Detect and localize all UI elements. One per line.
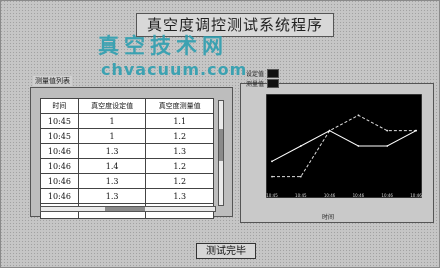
table-cell: 10:46 [40, 158, 79, 174]
table-cell: 1.2 [145, 173, 214, 189]
table-cell: 10:45 [40, 128, 79, 144]
table-cell: 1.3 [77, 173, 147, 189]
data-point [357, 114, 360, 117]
data-point [386, 129, 389, 132]
table-row[interactable]: 10:46 1.3 1.3 [40, 143, 214, 159]
x-tick-label: 10:46 [381, 193, 393, 198]
x-tick-label: 10:45 [266, 193, 278, 198]
table-cell: 10:45 [40, 113, 79, 129]
table-cell: 10:46 [40, 173, 79, 189]
legend-swatch [267, 79, 280, 88]
table-cell: 1.4 [77, 158, 147, 174]
table-panel-label: 测量值列表 [33, 76, 72, 86]
column-header: 真空度测量值 [145, 98, 214, 114]
table-cell: 1.3 [145, 188, 214, 204]
legend-label: 设定值 [246, 71, 265, 78]
table-cell: 1 [77, 113, 147, 129]
data-point [328, 129, 331, 132]
data-point [299, 175, 302, 178]
data-table: 时间 真空度设定值 真空度测量值 10:45 1 1.1 10:45 1 1.2… [40, 98, 214, 219]
legend-label: 测量值 [246, 81, 265, 88]
table-cell: 1.2 [145, 158, 214, 174]
legend-item: 设定值 [246, 69, 280, 78]
data-point [357, 145, 360, 147]
table-row[interactable]: 10:45 1 1.1 [40, 113, 214, 129]
data-point [386, 145, 389, 147]
table-row[interactable]: 10:46 1.3 1.2 [40, 173, 214, 189]
chart-plot-area [266, 94, 422, 198]
finish-test-button[interactable]: 测试完毕 [196, 243, 256, 259]
table-row[interactable]: 10:46 1.3 1.3 [40, 188, 214, 204]
table-cell: 1.3 [77, 143, 147, 159]
table-cell: 1.3 [77, 188, 147, 204]
table-cell: 10:46 [40, 188, 79, 204]
table-cell: 10:46 [40, 143, 79, 159]
data-point [271, 175, 273, 178]
table-vertical-scrollbar[interactable] [218, 100, 224, 206]
table-cell: 1.3 [145, 143, 214, 159]
watermark-url: chvacuum.com [101, 60, 248, 79]
legend-item: 测量值 [246, 79, 280, 88]
column-header: 时间 [40, 98, 79, 114]
column-header: 真空度设定值 [77, 98, 147, 114]
table-row[interactable]: 10:45 1 1.2 [40, 128, 214, 144]
x-tick-label: 10:46 [410, 193, 422, 198]
line-chart: 10:45 10:45 10:46 10:46 10:46 10:46 [266, 94, 422, 198]
x-axis-label: 时间 [322, 214, 335, 221]
data-point [299, 145, 302, 147]
scroll-thumb[interactable] [219, 129, 223, 161]
watermark-brand: 真空技术网 [98, 33, 228, 58]
x-tick-label: 10:46 [324, 193, 336, 198]
x-tick-label: 10:45 [295, 193, 307, 198]
table-header-row: 时间 真空度设定值 真空度测量值 [40, 98, 214, 114]
legend-swatch [267, 69, 280, 78]
scroll-thumb[interactable] [105, 207, 145, 211]
table-cell: 1.2 [145, 128, 214, 144]
x-tick-label: 10:46 [353, 193, 365, 198]
table-row[interactable]: 10:46 1.4 1.2 [40, 158, 214, 174]
table-cell: 1.1 [145, 113, 214, 129]
data-point [415, 129, 417, 132]
data-point [271, 160, 273, 163]
table-cell: 1 [77, 128, 147, 144]
table-horizontal-scrollbar[interactable] [40, 206, 216, 212]
